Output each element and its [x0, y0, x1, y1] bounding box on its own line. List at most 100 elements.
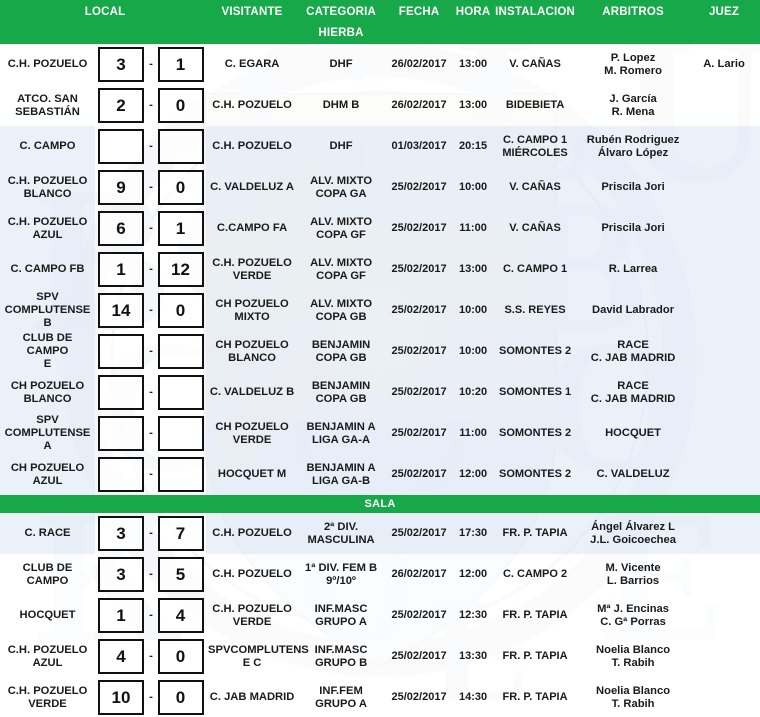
cell-hora: 13:00	[454, 85, 493, 126]
score-away-box[interactable]	[157, 334, 204, 369]
column-header-instalacion: INSTALACION	[492, 0, 579, 44]
categoria-line1: ALV. MIXTO	[310, 297, 373, 310]
cell-local: HOCQUET	[0, 595, 95, 636]
score-home-box[interactable]	[98, 457, 144, 492]
cell-juez	[688, 513, 760, 554]
categoria-line1: INF.MASC	[314, 602, 368, 615]
table-row: C. CAMPO - C.H. POZUELO DHF 01/03/2017 20:15 C…	[0, 126, 760, 167]
score-home-box[interactable]: 2	[98, 88, 144, 123]
score-home-box[interactable]: 3	[98, 516, 144, 551]
score-away-box[interactable]: 0	[157, 639, 204, 674]
score-home-box[interactable]: 4	[98, 639, 144, 674]
score-separator: -	[149, 386, 153, 398]
cell-juez	[688, 249, 760, 290]
score-away-box[interactable]	[157, 457, 204, 492]
cell-arbitros: Noelia Blanco T. Rabih	[578, 636, 689, 677]
score-separator: -	[149, 99, 153, 111]
cell-score-away: 4	[155, 595, 206, 636]
table-row: C.H. POZUELO AZUL 4-0 SPVCOMPLUTENS E C INF.M…	[0, 636, 760, 677]
arbitro-line2: L. Barrios	[606, 574, 660, 587]
score-home-box[interactable]: 6	[98, 211, 144, 246]
score-away-box[interactable]: 0	[157, 293, 204, 328]
arbitro-line1: M. Vicente	[605, 561, 661, 574]
column-header-hora: HORA	[454, 0, 493, 44]
table-row: C. RACE 3-7 C.H. POZUELO 2ª DIV. MASCULINA 25…	[0, 513, 760, 554]
cell-fecha: 25/02/2017	[384, 249, 455, 290]
cell-instalacion: V. CAÑAS	[492, 44, 579, 85]
arbitro-line2: C. Gª Porras	[600, 615, 666, 628]
cell-score-away: 0	[155, 636, 206, 677]
column-header-visitante: VISITANTE	[206, 0, 299, 44]
score-away-box[interactable]: 4	[157, 598, 204, 633]
categoria-line2: COPA GB	[315, 351, 367, 364]
score-home-box[interactable]: 14	[98, 293, 144, 328]
visitante-line1: CH POZUELO	[215, 297, 289, 310]
score-home-box[interactable]: 3	[98, 557, 144, 592]
score-home-box[interactable]: 1	[98, 598, 144, 633]
column-header-categoria: CATEGORIA HIERBA	[298, 0, 385, 44]
score-home-box[interactable]: 9	[98, 170, 144, 205]
score-away-box[interactable]	[157, 416, 204, 451]
cell-score-away: 1	[155, 208, 206, 249]
cell-hora: 17:30	[454, 513, 493, 554]
score-home-box[interactable]	[98, 375, 144, 410]
cell-categoria: ALV. MIXTO COPA GF	[298, 208, 385, 249]
categoria-line2: LIGA GA-B	[312, 474, 371, 487]
local-line1: ATCO. SAN	[17, 92, 78, 105]
score-home-box[interactable]: 1	[98, 252, 144, 287]
local-line2: AZUL	[32, 228, 63, 241]
score-away-box[interactable]: 1	[157, 211, 204, 246]
cell-visitante: C. JAB MADRID	[206, 677, 299, 717]
score-away-box[interactable]: 0	[157, 170, 204, 205]
cell-categoria: BENJAMIN COPA GB	[298, 372, 385, 413]
cell-visitante: C.H. POZUELO	[206, 554, 299, 595]
cell-score-away	[155, 454, 206, 495]
arbitro-line1: Rubén Rodriguez	[586, 133, 680, 146]
cell-score-away	[155, 413, 206, 454]
score-home-box[interactable]	[98, 416, 144, 451]
arbitro-line2: T. Rabih	[611, 697, 655, 710]
cell-instalacion: SOMONTES 1	[492, 372, 579, 413]
score-away-box[interactable]: 0	[157, 680, 204, 715]
cell-score-home: 2	[95, 85, 147, 126]
score-away-box[interactable]	[157, 129, 204, 164]
categoria-line2: LIGA GA-A	[312, 433, 371, 446]
categoria-line2: COPA GA	[315, 187, 367, 200]
arbitro-line2: Álvaro López	[597, 146, 669, 159]
score-home-box[interactable]: 10	[98, 680, 144, 715]
categoria-line1: INF.MASC	[314, 643, 368, 656]
score-away-box[interactable]	[157, 375, 204, 410]
cell-local: C. RACE	[0, 513, 95, 554]
score-home-box[interactable]: 3	[98, 47, 144, 82]
cell-juez: A. Lario	[688, 44, 760, 85]
cell-local: C. CAMPO FB	[0, 249, 95, 290]
local-line1: C.H. POZUELO	[7, 174, 88, 187]
score-away-box[interactable]: 7	[157, 516, 204, 551]
categoria-line1: 2ª DIV.	[323, 520, 359, 533]
score-home-box[interactable]	[98, 334, 144, 369]
cell-local: CLUB DE CAMPO E	[0, 331, 95, 372]
score-away-box[interactable]: 0	[157, 88, 204, 123]
table-row: CH POZUELO AZUL - HOCQUET M BENJAMIN A LIGA G…	[0, 454, 760, 495]
fixtures-table: LOCAL VISITANTE CATEGORIA HIERBA FECHA H…	[0, 0, 760, 717]
arbitro-line1: P. Lopez	[610, 51, 656, 64]
score-away-box[interactable]: 1	[157, 47, 204, 82]
cell-categoria: INF.MASC GRUPO A	[298, 595, 385, 636]
cell-instalacion: SOMONTES 2	[492, 413, 579, 454]
score-away-box[interactable]: 12	[157, 252, 204, 287]
visitante-line2: VERDE	[232, 269, 272, 282]
score-away-box[interactable]: 5	[157, 557, 204, 592]
score-home-box[interactable]	[98, 129, 144, 164]
cell-categoria: INF.MASC GRUPO B	[298, 636, 385, 677]
visitante-line2: E C	[242, 656, 262, 669]
table-row: CLUB DE CAMPO E - CH POZUELO BLANCO BENJAMIN C…	[0, 331, 760, 372]
cell-hora: 11:00	[454, 413, 493, 454]
cell-score-home	[95, 372, 147, 413]
table-row: HOCQUET 1-4 C.H. POZUELO VERDE INF.MASC GRUPO…	[0, 595, 760, 636]
cell-local: C.H. POZUELO	[0, 44, 95, 85]
arbitro-line2: M. Romero	[604, 64, 662, 77]
categoria-line2: GRUPO A	[315, 697, 367, 710]
local-line2: COMPLUTENSE A	[4, 427, 91, 452]
cell-instalacion: C. CAMPO 2	[492, 554, 579, 595]
column-header-local: LOCAL	[0, 0, 207, 44]
